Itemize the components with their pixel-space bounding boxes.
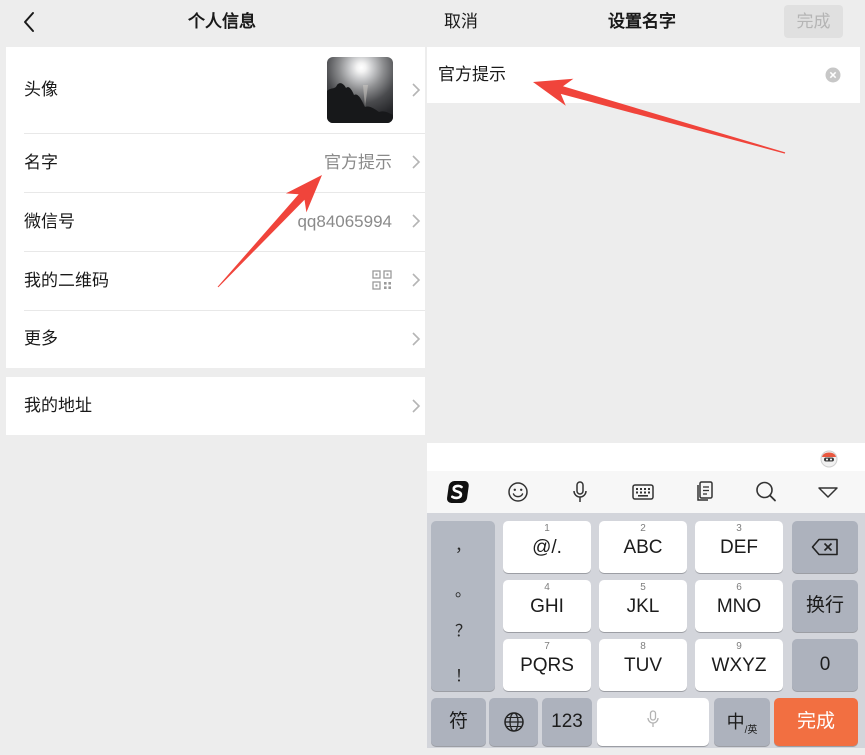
language-switch-key[interactable]: 中/英 (714, 698, 770, 746)
done-key[interactable]: 完成 (774, 698, 858, 746)
sogou-logo-icon[interactable] (442, 477, 472, 507)
chevron-right-icon (412, 273, 421, 287)
wechat-id-value: qq84065994 (297, 212, 392, 231)
keyboard: ， 。 ？ ！ 1 @/. 2 ABC 3 DEF 4 GHI 5 JKL 6 … (427, 443, 865, 748)
row-avatar[interactable]: 头像 (6, 47, 425, 133)
keyboard-icon[interactable] (628, 477, 658, 507)
keyboard-top-strip (427, 443, 865, 471)
key-5[interactable]: 5 JKL (599, 580, 687, 632)
row-more[interactable]: 更多 (6, 310, 425, 368)
key-label: DEF (720, 537, 758, 558)
delete-key[interactable] (792, 521, 858, 573)
row-qr-code[interactable]: 我的二维码 (6, 251, 425, 310)
punctuation-column[interactable]: ， 。 ？ ！ (431, 521, 495, 691)
space-key[interactable] (597, 698, 709, 746)
row-label: 微信号 (24, 212, 75, 231)
key-4[interactable]: 4 GHI (503, 580, 591, 632)
key-6[interactable]: 6 MNO (695, 580, 783, 632)
key-label: MNO (716, 596, 762, 617)
cancel-button[interactable]: 取消 (444, 10, 478, 34)
row-label: 名字 (24, 153, 58, 172)
key-label: ABC (623, 537, 663, 558)
emoji-icon[interactable] (503, 477, 533, 507)
chevron-right-icon (412, 155, 421, 169)
set-name-title: 设置名字 (608, 12, 676, 31)
globe-icon (503, 712, 524, 732)
key-label: WXYZ (711, 655, 767, 676)
clipboard-icon[interactable] (689, 477, 719, 507)
row-label: 更多 (24, 329, 58, 348)
row-label: 我的地址 (24, 396, 92, 415)
search-icon[interactable] (751, 477, 781, 507)
back-button[interactable] (18, 10, 42, 34)
key-label: GHI (530, 596, 564, 617)
clear-icon[interactable] (825, 67, 841, 83)
row-label: 头像 (24, 80, 58, 99)
lang-alt: /英 (744, 725, 758, 736)
collapse-keyboard-icon[interactable] (813, 477, 843, 507)
chevron-right-icon (412, 214, 421, 228)
chevron-right-icon (412, 332, 421, 346)
key-label: JKL (626, 596, 660, 617)
key-9[interactable]: 9 WXYZ (695, 639, 783, 691)
key-label: @/. (532, 537, 562, 558)
newline-key[interactable]: 换行 (792, 580, 858, 632)
row-label: 我的二维码 (24, 271, 109, 290)
zero-key[interactable]: 0 (792, 639, 858, 691)
qr-code-icon (372, 270, 392, 290)
key-8[interactable]: 8 TUV (599, 639, 687, 691)
profile-card: 头像 名字 官方提示 微信号 qq84065994 我的二维码 更多 (6, 47, 425, 368)
address-card: 我的地址 (6, 377, 425, 435)
name-value: 官方提示 (324, 153, 392, 172)
name-input[interactable]: 官方提示 (427, 47, 860, 103)
symbols-key[interactable]: 符 (431, 698, 486, 746)
mascot-icon[interactable] (819, 448, 839, 468)
microphone-icon[interactable] (565, 477, 595, 507)
keyboard-keys: ， 。 ？ ！ 1 @/. 2 ABC 3 DEF 4 GHI 5 JKL 6 … (427, 513, 865, 748)
page-title: 个人信息 (188, 12, 256, 31)
backspace-icon (811, 538, 838, 556)
punctuation-key[interactable]: ， (431, 536, 495, 558)
row-address[interactable]: 我的地址 (6, 377, 425, 435)
key-1[interactable]: 1 @/. (503, 521, 591, 573)
microphone-icon (647, 710, 659, 727)
punctuation-key[interactable]: ？ (431, 621, 495, 643)
key-label: PQRS (520, 655, 574, 676)
numbers-key[interactable]: 123 (542, 698, 592, 746)
punctuation-key[interactable]: 。 (431, 581, 495, 603)
name-input-value: 官方提示 (438, 65, 506, 84)
key-2[interactable]: 2 ABC (599, 521, 687, 573)
punctuation-key[interactable]: ！ (431, 666, 495, 688)
row-wechat-id[interactable]: 微信号 qq84065994 (6, 192, 425, 251)
chevron-right-icon (412, 83, 421, 97)
chevron-right-icon (412, 399, 421, 413)
done-button[interactable]: 完成 (784, 5, 843, 38)
row-name[interactable]: 名字 官方提示 (6, 133, 425, 192)
key-3[interactable]: 3 DEF (695, 521, 783, 573)
chevron-left-icon (24, 12, 34, 32)
avatar (327, 57, 393, 123)
key-label: TUV (624, 655, 662, 676)
key-7[interactable]: 7 PQRS (503, 639, 591, 691)
lang-main: 中 (726, 712, 745, 732)
keyboard-toolbar (427, 471, 865, 513)
globe-key[interactable] (489, 698, 538, 746)
